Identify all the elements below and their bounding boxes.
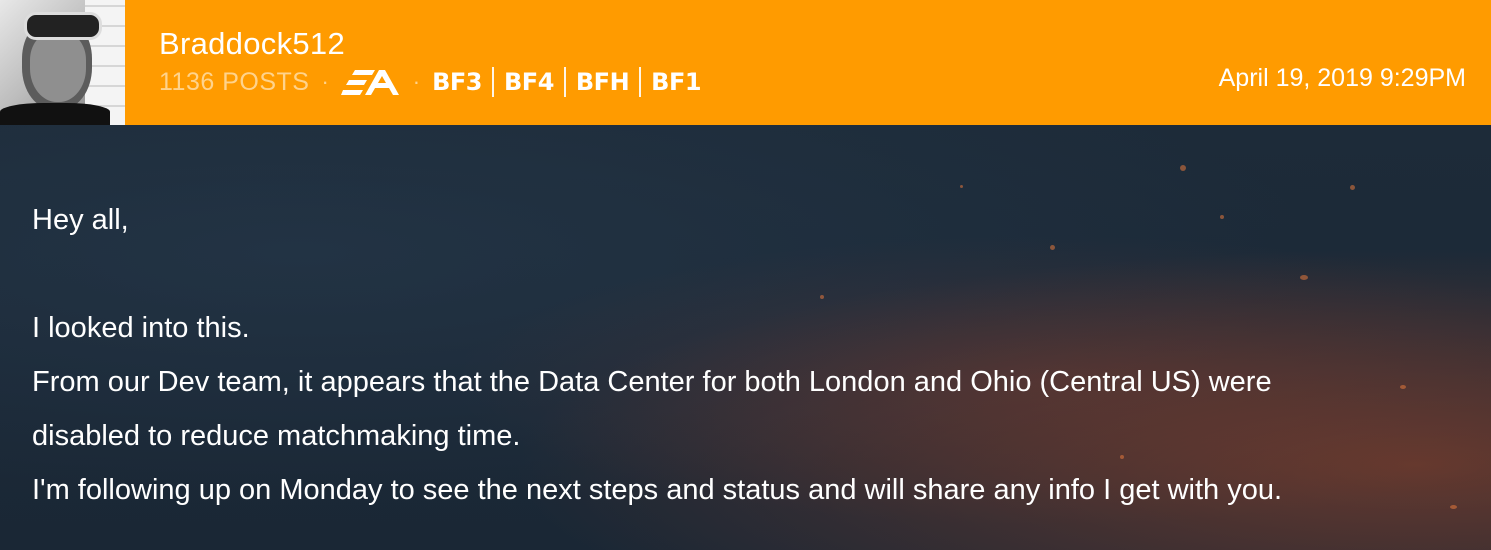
badge-divider [639, 67, 642, 97]
author-meta: 1136 POSTS · · BF3 BF4 BFH BF1 [159, 64, 711, 100]
game-badges: BF3 BF4 BFH BF1 [432, 67, 711, 97]
post-body: Hey all, I looked into this. From our De… [0, 125, 1491, 550]
separator-dot: · [321, 69, 329, 94]
badge-bf1: BF1 [651, 68, 702, 96]
message-line: I'm following up on Monday to see the ne… [32, 474, 1283, 506]
post-message: Hey all, I looked into this. From our De… [32, 193, 1282, 517]
badge-divider [492, 67, 494, 97]
separator-dot-2: · [412, 69, 421, 94]
avatar[interactable] [0, 0, 125, 125]
message-greeting: Hey all, [32, 204, 129, 236]
message-line: From our Dev team, it appears that the D… [32, 366, 1272, 398]
forum-post: Braddock512 1136 POSTS · · BF3 BF4 BFH B… [0, 0, 1491, 550]
ea-logo-icon [340, 66, 401, 98]
username-link[interactable]: Braddock512 [159, 26, 345, 62]
post-header: Braddock512 1136 POSTS · · BF3 BF4 BFH B… [0, 0, 1491, 125]
badge-divider [563, 67, 566, 97]
message-line: I looked into this. [32, 312, 250, 344]
post-count: 1136 POSTS [159, 67, 310, 96]
badge-bfh: BFH [575, 68, 630, 96]
badge-bf4: BF4 [504, 68, 554, 96]
badge-bf3: BF3 [432, 68, 482, 96]
post-timestamp[interactable]: April 19, 2019 9:29PM [1219, 64, 1466, 93]
message-line: disabled to reduce matchmaking time. [32, 420, 521, 452]
